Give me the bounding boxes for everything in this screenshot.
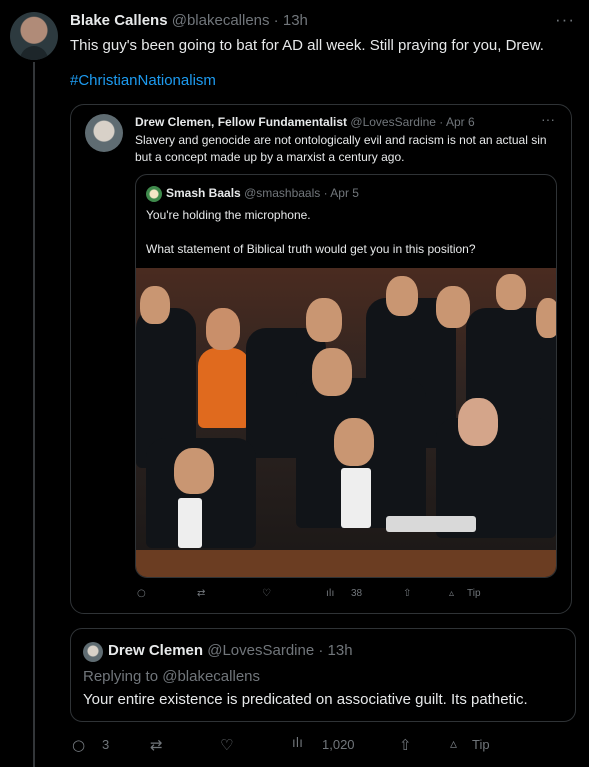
- views-count: 1,020: [322, 737, 355, 752]
- views-icon[interactable]: ılı: [326, 588, 334, 599]
- more-icon[interactable]: ···: [555, 10, 575, 30]
- nested-handle[interactable]: @smashbaals: [244, 186, 320, 200]
- quoted-display-name[interactable]: Drew Clemen, Fellow Fundamentalist: [135, 115, 347, 129]
- reply-display-name[interactable]: Drew Clemen: [108, 642, 203, 659]
- action-bar: ○ 3 ⇄ ♡ ılı 1,020 ⇧ ▵ Tip: [70, 736, 570, 756]
- nested-date[interactable]: Apr 5: [330, 186, 359, 200]
- separator-dot: ·: [320, 186, 331, 200]
- quoted-action-bar: ○ ⇄ ♡ ılı 38 ⇧ ▵ Tip: [135, 588, 555, 604]
- retweet-icon[interactable]: ⇄: [150, 736, 163, 754]
- avatar[interactable]: [10, 12, 58, 60]
- quoted-handle[interactable]: @LovesSardine: [350, 115, 436, 129]
- quoted-header: Drew Clemen, Fellow Fundamentalist @Love…: [135, 115, 475, 129]
- reply-card[interactable]: Drew Clemen @LovesSardine · 13h Replying…: [70, 628, 576, 722]
- nested-quoted-tweet[interactable]: Smash Baals @smashbaals · Apr 5 You're h…: [135, 174, 557, 578]
- quoted-avatar[interactable]: [85, 114, 123, 152]
- more-icon[interactable]: ···: [541, 111, 555, 127]
- hashtag-link[interactable]: #ChristianNationalism: [70, 72, 216, 89]
- tweet-photo[interactable]: [136, 268, 556, 577]
- replying-prefix: Replying to: [83, 668, 159, 685]
- share-icon[interactable]: ⇧: [403, 588, 411, 599]
- reply-avatar[interactable]: [83, 642, 103, 662]
- tweet-text: This guy's been going to bat for AD all …: [70, 37, 544, 54]
- share-icon[interactable]: ⇧: [399, 736, 412, 754]
- replying-to: Replying to @blakecallens: [83, 668, 260, 685]
- separator-dot: ·: [314, 642, 328, 659]
- nested-display-name[interactable]: Smash Baals: [166, 186, 241, 200]
- quoted-date[interactable]: Apr 6: [446, 115, 475, 129]
- tip-icon[interactable]: ▵: [450, 736, 457, 752]
- timestamp[interactable]: 13h: [283, 12, 308, 29]
- separator-dot: ·: [435, 115, 446, 129]
- quoted-tweet[interactable]: Drew Clemen, Fellow Fundamentalist @Love…: [70, 104, 572, 614]
- tweet-header: Blake Callens @blakecallens · 13h: [70, 12, 308, 29]
- reply-icon[interactable]: ○: [72, 736, 85, 754]
- tip-label[interactable]: Tip: [467, 588, 481, 599]
- views-icon[interactable]: ılı: [292, 736, 303, 751]
- separator-dot: ·: [269, 12, 283, 29]
- nested-text-line-1: You're holding the microphone.: [146, 208, 311, 222]
- nested-text-line-2: What statement of Biblical truth would g…: [146, 242, 476, 256]
- like-icon[interactable]: ♡: [262, 588, 271, 599]
- display-name[interactable]: Blake Callens: [70, 12, 168, 29]
- reply-handle[interactable]: @LovesSardine: [207, 642, 314, 659]
- thread-line: [33, 62, 35, 767]
- tip-label[interactable]: Tip: [472, 737, 490, 752]
- reply-count: 3: [102, 737, 110, 752]
- reply-header: Drew Clemen @LovesSardine · 13h: [108, 642, 353, 659]
- nested-header: Smash Baals @smashbaals · Apr 5: [166, 186, 359, 200]
- handle[interactable]: @blakecallens: [172, 12, 270, 29]
- tip-icon[interactable]: ▵: [449, 588, 454, 599]
- reply-icon[interactable]: ○: [137, 588, 146, 599]
- like-icon[interactable]: ♡: [220, 736, 233, 754]
- retweet-icon[interactable]: ⇄: [197, 588, 205, 599]
- views-count: 38: [351, 588, 363, 599]
- reply-time[interactable]: 13h: [328, 642, 353, 659]
- replying-handle[interactable]: @blakecallens: [162, 668, 260, 685]
- quoted-text: Slavery and genocide are not ontological…: [135, 133, 547, 164]
- nested-avatar[interactable]: [146, 186, 162, 202]
- reply-text: Your entire existence is predicated on a…: [83, 691, 528, 708]
